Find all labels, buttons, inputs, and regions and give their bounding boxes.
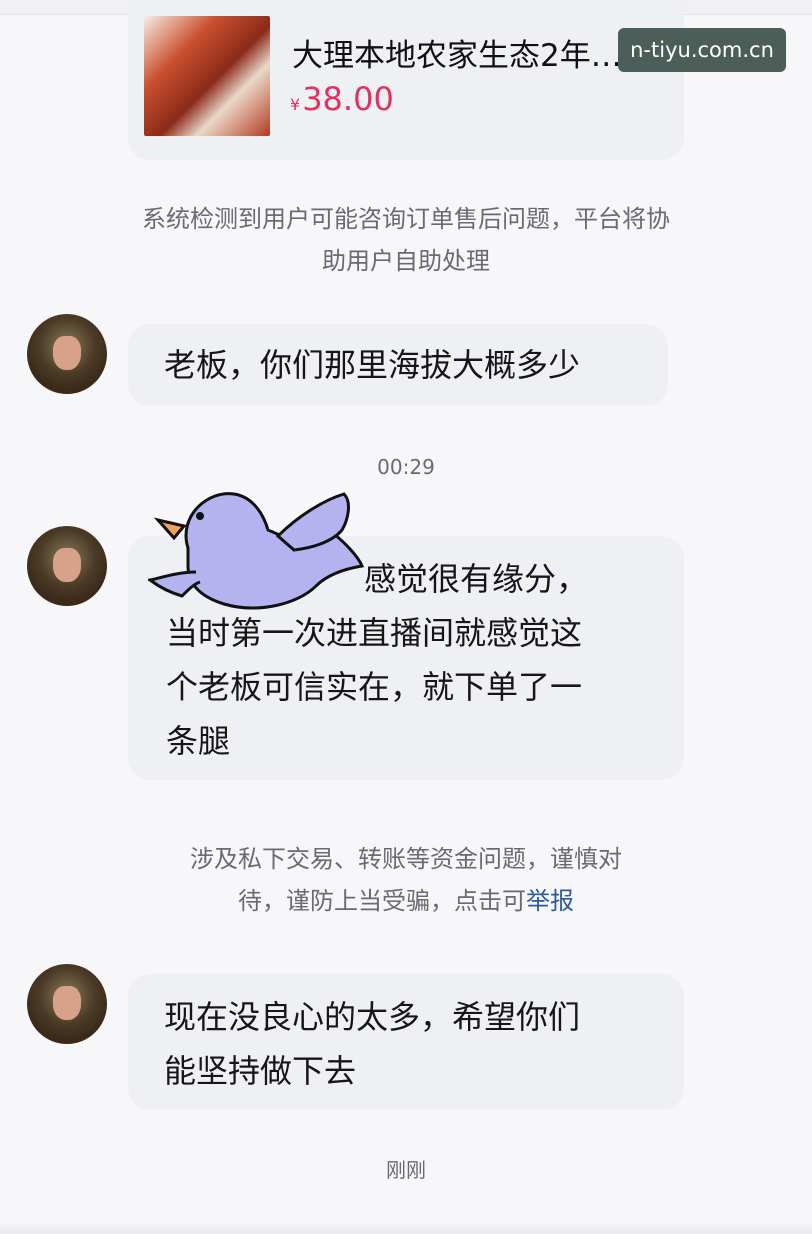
system-notice-line: 助用户自助处理 [322, 247, 490, 275]
message-text: 条腿 [166, 722, 231, 760]
price-currency: ¥ [290, 95, 301, 114]
message-text: 个老板可信实在，就下单了一 [166, 668, 583, 706]
product-price: ¥38.00 [290, 80, 394, 118]
system-notice-fraud-warning: 涉及私下交易、转账等资金问题，谨慎对 待，谨防上当受骗，点击可举报 [96, 838, 716, 922]
product-thumbnail[interactable] [144, 16, 270, 136]
avatar[interactable] [27, 314, 107, 394]
system-notice-line: 涉及私下交易、转账等资金问题，谨慎对 [190, 845, 622, 873]
system-notice-line: 系统检测到用户可能咨询订单售后问题，平台将协 [142, 205, 670, 233]
price-value: 38.00 [302, 80, 394, 118]
message-text: 老板，你们那里海拔大概多少 [164, 346, 581, 384]
message-text: 现在没良心的太多，希望你们 [164, 998, 581, 1036]
message-bubble[interactable]: 老板，你们那里海拔大概多少 [128, 324, 668, 406]
blue-bird-sticker-icon [148, 492, 365, 610]
avatar[interactable] [27, 526, 107, 606]
system-notice-aftersales: 系统检测到用户可能咨询订单售后问题，平台将协 助用户自助处理 [96, 198, 716, 282]
timestamp: 刚刚 [386, 1158, 426, 1182]
message-text: 能坚持做下去 [164, 1052, 357, 1090]
avatar[interactable] [27, 964, 107, 1044]
system-notice-text: 待，谨防上当受骗，点击可 [238, 887, 526, 915]
system-notice-line: 待，谨防上当受骗，点击可举报 [96, 880, 716, 922]
message-bubble[interactable]: 现在没良心的太多，希望你们 能坚持做下去 [128, 974, 684, 1110]
watermark: n-tiyu.com.cn [618, 28, 786, 72]
timestamp: 00:29 [377, 455, 435, 479]
bottom-edge [0, 1222, 812, 1234]
product-title[interactable]: 大理本地农家生态2年… [292, 30, 622, 75]
report-link[interactable]: 举报 [526, 887, 574, 915]
